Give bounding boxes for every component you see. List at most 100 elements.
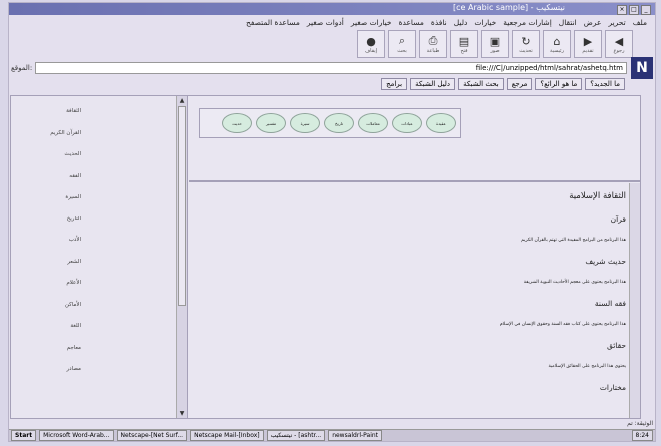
sidebar-list: الثقافة القرآن الكريم الحديث الفقه السير… <box>11 96 176 418</box>
section-text: هذا البرنامج يحتوي على معجم الأحاديث الن… <box>523 280 626 285</box>
article-title: الثقافة الإسلامية <box>569 191 626 201</box>
find-icon: ⌕ <box>398 34 406 47</box>
left-frame: الثقافة القرآن الكريم الحديث الفقه السير… <box>11 96 188 418</box>
reload-icon: ↻ <box>521 34 531 48</box>
sidebar-item[interactable]: الثقافة <box>41 108 81 130</box>
sidebar-links: الثقافة القرآن الكريم الحديث الفقه السير… <box>41 108 81 388</box>
sidebar-item[interactable]: التاريخ <box>41 216 81 238</box>
sidebar-item[interactable]: الأدب <box>41 237 81 259</box>
find-button[interactable]: ⌕ بحث <box>388 30 416 58</box>
stop-button[interactable]: ● إيقاف <box>357 30 385 58</box>
nav-oval-button[interactable]: عقيدة <box>426 113 456 133</box>
window-title: نيتسكيب - [ce Arabic sample] <box>453 3 565 12</box>
images-icon: ▣ <box>489 34 501 48</box>
sidebar-item[interactable]: مصادر <box>41 366 82 388</box>
menu-help[interactable]: مساعدة <box>399 18 424 27</box>
nav-button-bar: عقيدة عبادات معاملات تاريخ سيرة تفسير حد… <box>199 108 461 138</box>
menu-small-tools[interactable]: أدوات صغير <box>307 18 344 27</box>
article: الثقافة الإسلامية قرآن هذا البرنامج من ا… <box>199 191 626 406</box>
status-bar: الوثيقة: تم <box>627 420 653 427</box>
scroll-up-arrow-icon[interactable]: ▲ <box>177 96 187 105</box>
back-icon: ◀ <box>614 34 624 48</box>
menu-options[interactable]: خيارات <box>474 18 496 27</box>
section-heading[interactable]: حديث شريف <box>199 257 626 266</box>
section-heading[interactable]: قرآن <box>199 215 626 224</box>
window-controls: × □ _ <box>617 5 651 15</box>
images-button[interactable]: ▣ صور <box>481 30 509 58</box>
nav-oval-button[interactable]: عبادات <box>392 113 422 133</box>
section-text: هذا البرنامج من البرامج المفيدة التي تهت… <box>521 238 626 243</box>
menu-window[interactable]: نافذة <box>431 18 447 27</box>
nav-oval-button[interactable]: حديث <box>222 113 252 133</box>
reference-button[interactable]: مرجع <box>506 78 533 90</box>
menu-view[interactable]: عرض <box>584 18 602 27</box>
page-content: الثقافة القرآن الكريم الحديث الفقه السير… <box>10 95 641 419</box>
net-search-button[interactable]: بحث الشبكة <box>458 78 504 90</box>
whats-new-button[interactable]: ما الجديد؟ <box>585 78 625 90</box>
taskbar: Start Microsoft Word-Arab... Netscape-[N… <box>9 429 655 441</box>
menu-go[interactable]: انتقال <box>559 18 577 27</box>
scroll-thumb[interactable] <box>178 106 186 306</box>
section-heading[interactable]: حقائق <box>199 341 626 350</box>
sidebar-scrollbar[interactable]: ▲ ▼ <box>176 96 187 418</box>
back-button[interactable]: ◀ رجوع <box>605 30 633 58</box>
taskbar-item[interactable]: newsaldrl-Paint <box>328 430 383 441</box>
sidebar-item[interactable]: الشعر <box>41 259 81 281</box>
sidebar-item[interactable]: الحديث <box>41 151 81 173</box>
netscape-logo: N <box>631 57 653 79</box>
section-heading[interactable]: فقه السنة <box>199 299 626 308</box>
sidebar-item[interactable]: السيرة <box>41 194 81 216</box>
sidebar-item[interactable]: الأعلام <box>41 280 81 302</box>
minimize-button[interactable]: _ <box>641 5 651 15</box>
nav-frame: عقيدة عبادات معاملات تاريخ سيرة تفسير حد… <box>189 96 640 182</box>
menu-directory[interactable]: دليل <box>454 18 468 27</box>
net-directory-button[interactable]: دليل الشبكة <box>410 78 456 90</box>
menu-small-options[interactable]: خيارات صغير <box>351 18 392 27</box>
open-icon: ▤ <box>458 34 470 48</box>
menu-browser-help[interactable]: مساعدة المتصفح <box>246 18 300 27</box>
section-heading[interactable]: مختارات <box>199 383 626 392</box>
location-input[interactable]: file:///C|/unzipped/html/sahrat/ashetq.h… <box>35 62 627 74</box>
taskbar-item[interactable]: Netscape-[Net Surf... <box>116 430 188 441</box>
forward-icon: ▶ <box>583 34 593 48</box>
main-frame: الثقافة الإسلامية قرآن هذا البرنامج من ا… <box>189 183 640 418</box>
home-icon: ⌂ <box>553 34 561 48</box>
nav-oval-button[interactable]: سيرة <box>290 113 320 133</box>
taskbar-item[interactable]: Netscape Mail-[Inbox] <box>190 430 264 441</box>
forward-button[interactable]: ▶ تقديم <box>574 30 602 58</box>
title-bar: نيتسكيب - [ce Arabic sample] × □ _ <box>9 3 655 15</box>
print-icon: ⎙ <box>428 34 438 47</box>
menu-bar: ملف تحرير عرض انتقال إشارات مرجعية خيارا… <box>9 16 655 28</box>
sidebar-item[interactable]: الأماكن <box>41 302 81 324</box>
clock: 8:24 <box>631 430 653 441</box>
nav-oval-button[interactable]: تفسير <box>256 113 286 133</box>
main-scrollbar[interactable] <box>629 183 640 418</box>
nav-oval-button[interactable]: معاملات <box>358 113 388 133</box>
toolbar: ◀ رجوع ▶ تقديم ⌂ رئيسية ↻ تحديث ▣ صور ▤ فتح ⎙ ط… <box>357 30 633 60</box>
stop-icon: ● <box>366 34 376 48</box>
location-label: الموقع: <box>11 64 33 72</box>
menu-edit[interactable]: تحرير <box>608 18 625 27</box>
print-button[interactable]: ⎙ طباعة <box>419 30 447 58</box>
start-button[interactable]: Start <box>11 430 37 441</box>
sidebar-item[interactable]: القرآن الكريم <box>41 130 81 152</box>
menu-file[interactable]: ملف <box>633 18 647 27</box>
sidebar-item[interactable]: معاجم <box>41 345 81 367</box>
sidebar-item[interactable]: اللغة <box>41 323 81 345</box>
maximize-button[interactable]: □ <box>629 5 639 15</box>
reload-button[interactable]: ↻ تحديث <box>512 30 540 58</box>
whats-cool-button[interactable]: ما هو الرائع؟ <box>535 78 583 90</box>
taskbar-item[interactable]: نيتسكيب - [ashtr... <box>266 430 326 441</box>
nav-oval-button[interactable]: تاريخ <box>324 113 354 133</box>
menu-bookmarks[interactable]: إشارات مرجعية <box>503 18 552 27</box>
software-button[interactable]: برامج <box>381 78 408 90</box>
browser-window: نيتسكيب - [ce Arabic sample] × □ _ ملف ت… <box>8 2 656 442</box>
sidebar-item[interactable]: الفقه <box>41 173 81 195</box>
close-button[interactable]: × <box>617 5 627 15</box>
scroll-down-arrow-icon[interactable]: ▼ <box>177 409 187 418</box>
open-button[interactable]: ▤ فتح <box>450 30 478 58</box>
taskbar-item[interactable]: Microsoft Word-Arab... <box>39 430 114 441</box>
section-text: هذا البرنامج يحتوي على كتاب فقه السنة وح… <box>499 322 626 327</box>
location-bar: الموقع: file:///C|/unzipped/html/sahrat/… <box>11 62 627 74</box>
home-button[interactable]: ⌂ رئيسية <box>543 30 571 58</box>
